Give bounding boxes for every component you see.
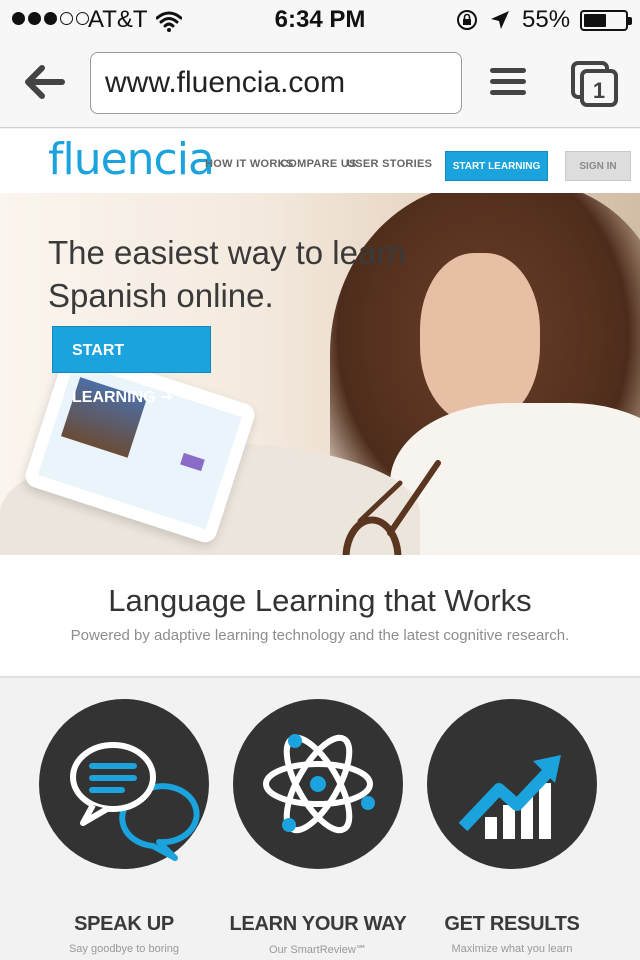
hero-start-learning-button[interactable]: START LEARNING ➜ [52,326,211,406]
menu-icon[interactable] [490,68,526,100]
feature-speak-up[interactable]: SPEAK UP Say goodbye to boring [24,699,224,955]
battery-level [584,14,606,27]
speech-bubbles-graphic [70,742,200,861]
feature-title: SPEAK UP [74,913,174,935]
browser-toolbar: www.fluencia.com 1 [0,40,640,128]
url-field[interactable]: www.fluencia.com [90,52,462,114]
features-section: SPEAK UP Say goodbye to boring LEARN YOU… [0,679,640,960]
battery-nub [628,17,632,25]
speech-bubbles-icon [39,699,209,869]
tab-count: 1 [593,78,605,103]
tagline-title: Language Learning that Works [108,583,532,618]
nav-compare-us[interactable]: COMPARE US [280,158,357,170]
tagline-subtitle: Powered by adaptive learning technology … [70,627,570,644]
fluencia-logo[interactable]: fluencia [48,134,215,185]
hero-headline-line1: The easiest way to learn [48,234,406,271]
nav-user-stories[interactable]: USER STORIES [347,158,432,170]
growth-chart-icon [427,699,597,869]
location-arrow-icon [491,11,509,29]
header-start-learning-button[interactable]: START LEARNING [445,151,548,181]
feature-subtitle: Our SmartReview℠ [268,944,367,956]
back-arrow-icon[interactable] [22,62,66,102]
site-header: fluencia HOW IT WORKS COMPARE US USER ST… [0,129,640,193]
battery-percentage: 55% [522,6,571,33]
feature-subtitle: Say goodbye to boring [68,943,180,955]
tablet-button [180,452,205,472]
tabs-icon[interactable]: 1 [570,60,620,108]
status-bar: AT&T 6:34 PM 55% [0,0,640,40]
menu-line [490,68,526,73]
feature-subtitle: Maximize what you learn [451,943,573,955]
feature-title: LEARN YOUR WAY [229,913,407,935]
menu-line [490,90,526,95]
atom-graphic [263,734,375,834]
menu-line [490,79,526,84]
battery-icon [580,10,632,31]
feature-learn-your-way[interactable]: LEARN YOUR WAY Our SmartReview℠ [218,699,418,956]
eyeglasses-image [342,460,441,555]
hero-headline-line2: Spanish online. [48,277,274,314]
hero-headline: The easiest way to learn Spanish online. [48,231,428,317]
atom-icon [233,699,403,869]
hero-banner: The easiest way to learn Spanish online.… [0,193,640,555]
tagline-section: Language Learning that Works Powered by … [0,555,640,678]
feature-get-results[interactable]: GET RESULTS Maximize what you learn [412,699,612,955]
rotation-lock-icon [457,10,477,30]
growth-chart-graphic [458,755,561,839]
hero-photo-face [420,253,540,423]
feature-title: GET RESULTS [444,913,580,935]
sign-in-button[interactable]: SIGN IN [565,151,631,181]
